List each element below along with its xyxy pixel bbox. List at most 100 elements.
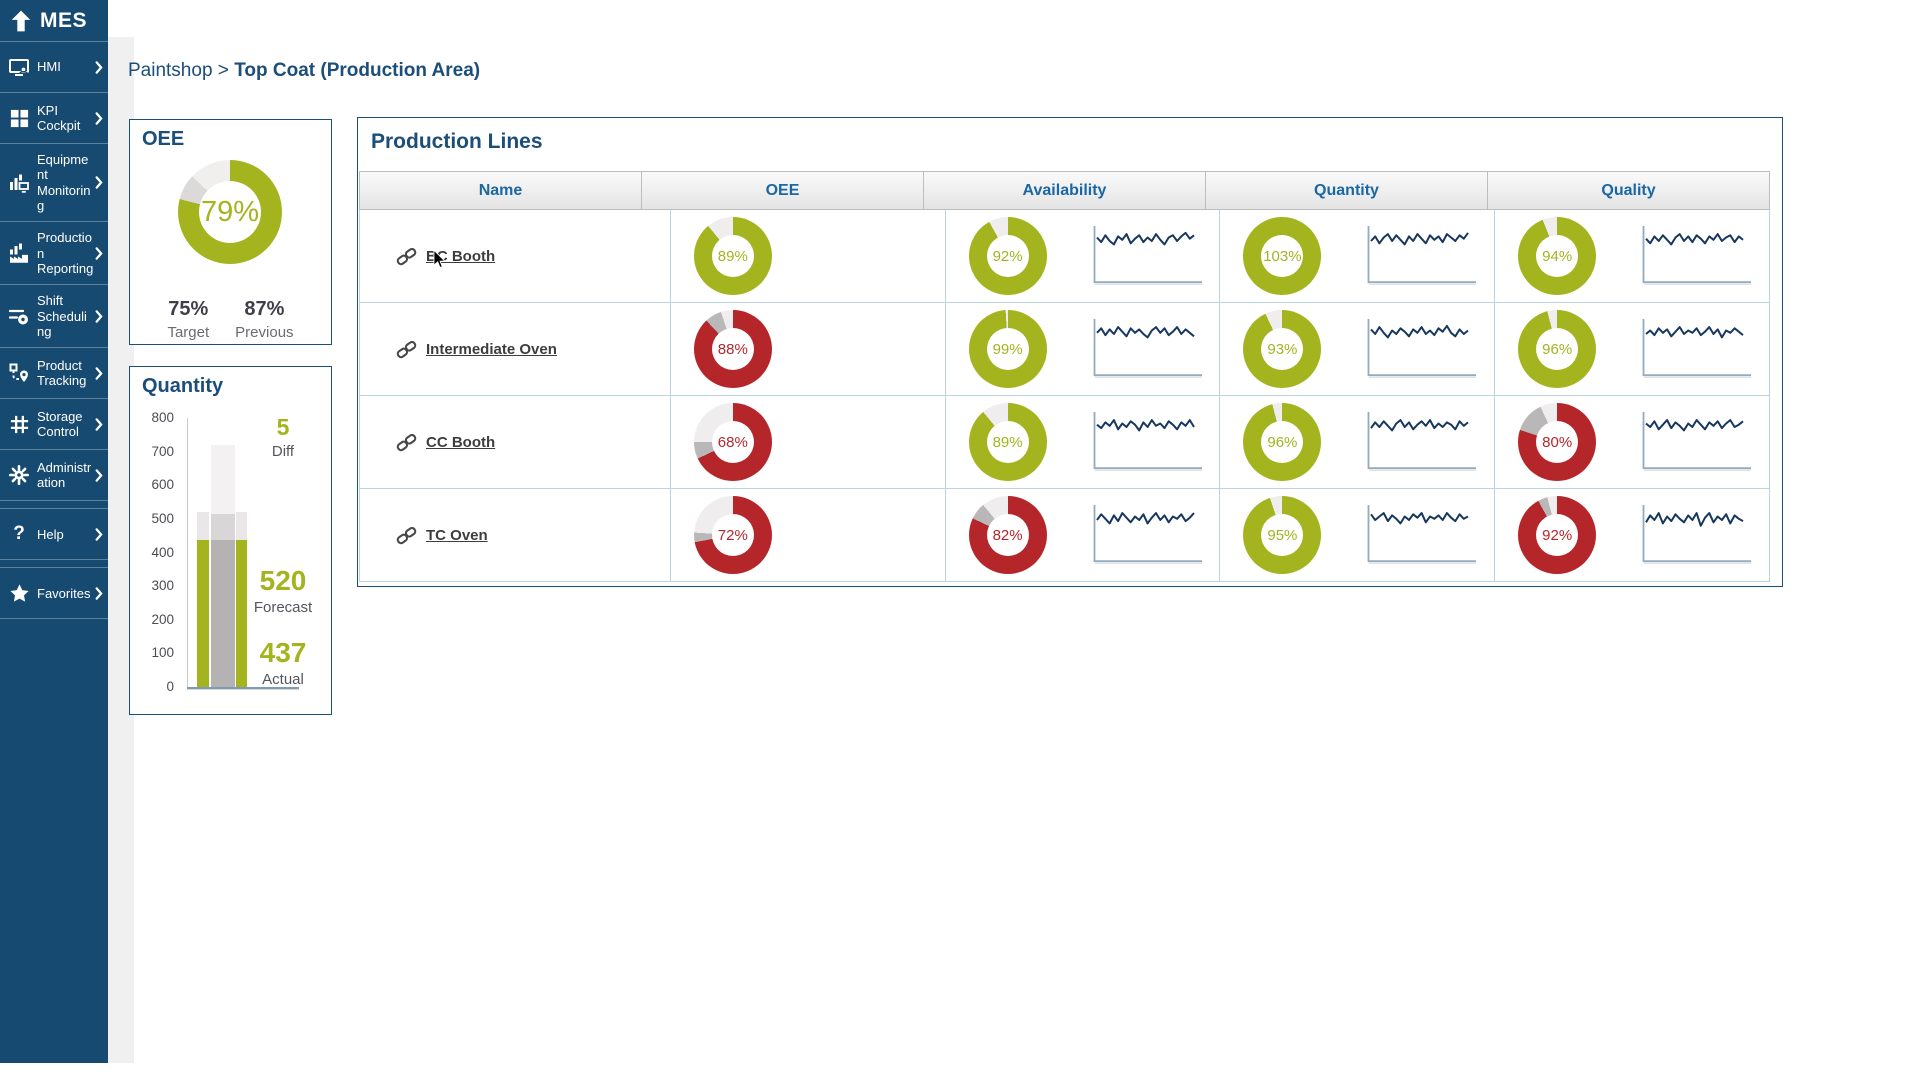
quality-cell: 94% — [1494, 210, 1769, 302]
availability-cell: 92% — [945, 210, 1220, 302]
chevron-right-icon — [94, 367, 104, 380]
oee-previous-stat: 87% Previous — [235, 298, 293, 341]
donut-value: 82% — [993, 527, 1023, 544]
arrow-up-icon — [8, 9, 34, 33]
column-header-quantity: Quantity — [1205, 172, 1487, 209]
oee-card: OEE 79% 75% Target 87% Previous — [129, 119, 332, 345]
table-row: TC Oven 72% 82% 95% 92% — [360, 489, 1769, 582]
chevron-right-icon — [94, 469, 104, 482]
quantity-actual-label: Actual — [242, 671, 324, 688]
quantity-cell: 103% — [1219, 210, 1494, 302]
sidebar-item-label: Storage Control — [32, 409, 94, 440]
line-link[interactable]: Intermediate Oven — [426, 341, 557, 358]
chevron-right-icon — [94, 247, 104, 260]
sidebar-item-label: Favorites — [32, 586, 94, 601]
sidebar-item-production-reporting[interactable]: Production Reporting — [0, 222, 108, 285]
x-axis-line — [187, 687, 299, 690]
quantity-diff-label: Diff — [242, 443, 324, 460]
production-lines-panel: Production Lines Name OEE Availability Q… — [357, 117, 1783, 587]
availability-donut-chart: 99% — [969, 310, 1047, 388]
oee-cell: 88% — [670, 303, 945, 395]
sparkline-chart — [1638, 224, 1755, 288]
production-lines-title: Production Lines — [371, 130, 543, 154]
product-tracking-icon — [6, 362, 32, 384]
quantity-donut-chart: 103% — [1243, 217, 1321, 295]
sparkline-chart — [1363, 224, 1480, 288]
quantity-donut-chart: 96% — [1243, 403, 1321, 481]
line-link[interactable]: CC Booth — [426, 434, 495, 451]
sidebar-item-label: Shift Scheduling — [32, 293, 94, 339]
kpi-cockpit-icon — [6, 108, 32, 129]
chevron-right-icon — [94, 112, 104, 125]
quantity-cell: 95% — [1219, 489, 1494, 581]
oee-donut-chart: 79% — [178, 160, 282, 264]
quantity-diff-stat: 5 Diff — [242, 414, 324, 460]
quality-donut-chart: 96% — [1518, 310, 1596, 388]
sidebar-item-label: Product Tracking — [32, 358, 94, 389]
sidebar-item-label: Administration — [32, 460, 94, 491]
sparkline-chart — [1638, 317, 1755, 381]
donut-value: 99% — [993, 341, 1023, 358]
shift-scheduling-icon — [6, 305, 32, 327]
quality-donut-chart: 80% — [1518, 403, 1596, 481]
donut-value: 88% — [718, 341, 748, 358]
oee-donut-chart: 72% — [694, 496, 772, 574]
availability-donut-chart: 89% — [969, 403, 1047, 481]
breadcrumb: Paintshop > Top Coat (Production Area) — [128, 60, 480, 82]
quality-cell: 80% — [1494, 396, 1769, 488]
sparkline-chart — [1638, 503, 1755, 567]
sidebar-item-shift-scheduling[interactable]: Shift Scheduling — [0, 285, 108, 348]
y-axis-tick: 600 — [134, 477, 174, 492]
quantity-forecast-value: 520 — [242, 565, 324, 597]
donut-value: 92% — [1542, 527, 1572, 544]
donut-value: 96% — [1542, 341, 1572, 358]
sidebar-item-hmi[interactable]: HMI — [0, 41, 108, 93]
sparkline-chart — [1089, 503, 1206, 567]
help-icon: ? — [6, 523, 32, 545]
donut-value: 89% — [993, 434, 1023, 451]
production-reporting-icon — [6, 242, 32, 264]
quantity-donut-chart: 95% — [1243, 496, 1321, 574]
name-cell: Intermediate Oven — [360, 303, 670, 395]
column-header-name: Name — [360, 172, 641, 209]
oee-card-title: OEE — [142, 128, 184, 151]
sidebar-item-administration[interactable]: Administration — [0, 450, 108, 501]
breadcrumb-separator: > — [218, 60, 229, 81]
sidebar-item-favorites[interactable]: Favorites — [0, 567, 108, 619]
breadcrumb-parent-link[interactable]: Paintshop — [128, 60, 213, 81]
y-axis-tick: 200 — [134, 612, 174, 627]
sidebar-item-product-tracking[interactable]: Product Tracking — [0, 348, 108, 399]
chevron-right-icon — [94, 310, 104, 323]
sparkline-chart — [1363, 317, 1480, 381]
quality-cell: 92% — [1494, 489, 1769, 581]
quality-donut-chart: 94% — [1518, 217, 1596, 295]
page-title: Top Coat (Production Area) — [234, 60, 480, 81]
line-link[interactable]: TC Oven — [426, 527, 488, 544]
y-axis-tick: 500 — [134, 511, 174, 526]
sidebar-item-storage-control[interactable]: Storage Control — [0, 399, 108, 450]
sidebar-item-kpi-cockpit[interactable]: KPI Cockpit — [0, 93, 108, 144]
sidebar-item-help[interactable]: ? Help — [0, 508, 108, 560]
oee-donut-chart: 88% — [694, 310, 772, 388]
sparkline-chart — [1089, 224, 1206, 288]
sidebar-item-equipment-monitoring[interactable]: Equipment Monitoring — [0, 144, 108, 222]
quantity-cell: 93% — [1219, 303, 1494, 395]
app-logo[interactable]: MES — [0, 0, 108, 41]
donut-value: 94% — [1542, 248, 1572, 265]
mouse-cursor — [433, 249, 448, 277]
availability-cell: 99% — [945, 303, 1220, 395]
chevron-right-icon — [94, 418, 104, 431]
donut-value: 95% — [1267, 527, 1297, 544]
sidebar: MES HMI KPI Cockpit Equipment Monitoring… — [0, 0, 108, 1063]
chevron-right-icon — [94, 176, 104, 189]
quantity-card-title: Quantity — [142, 375, 223, 398]
link-icon — [396, 432, 417, 453]
name-cell: TC Oven — [360, 489, 670, 581]
oee-donut-chart: 68% — [694, 403, 772, 481]
table-row: CC Booth 68% 89% 96% 80% — [360, 396, 1769, 489]
quantity-donut-chart: 93% — [1243, 310, 1321, 388]
y-axis-line — [187, 418, 188, 687]
name-cell: CC Booth — [360, 396, 670, 488]
link-icon — [396, 339, 417, 360]
favorites-icon — [6, 583, 32, 604]
